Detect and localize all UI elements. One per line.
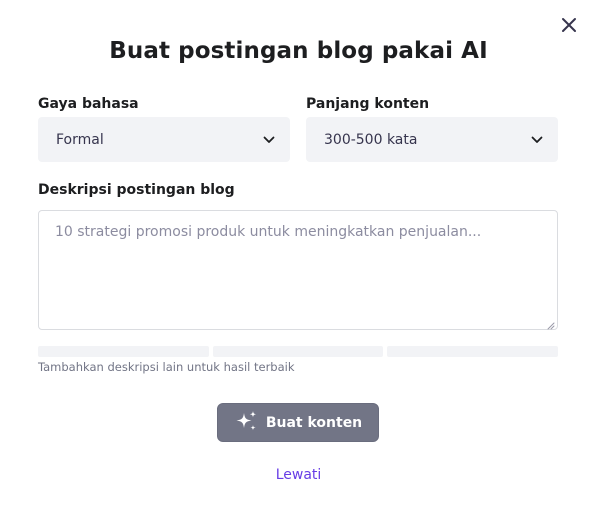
ai-blog-dialog: Buat postingan blog pakai AI Gaya bahasa…	[0, 0, 597, 519]
chevron-down-icon	[530, 133, 544, 147]
dialog-title: Buat postingan blog pakai AI	[109, 38, 488, 64]
quality-segment	[387, 346, 559, 357]
generate-content-button[interactable]: Buat konten	[217, 403, 379, 442]
style-select-value: Formal	[56, 131, 104, 148]
length-label: Panjang konten	[306, 96, 430, 112]
chevron-down-icon	[262, 133, 276, 147]
description-hint: Tambahkan deskripsi lain untuk hasil ter…	[38, 360, 295, 374]
quality-segment	[38, 346, 209, 357]
resize-handle-icon[interactable]	[546, 318, 555, 330]
description-placeholder: 10 strategi promosi produk untuk meningk…	[55, 224, 482, 240]
description-label: Deskripsi postingan blog	[38, 182, 235, 198]
sparkle-icon	[234, 410, 258, 436]
quality-segment	[212, 346, 384, 357]
description-quality-meter	[38, 346, 559, 357]
close-button[interactable]	[559, 17, 579, 37]
close-icon	[561, 17, 577, 37]
style-select[interactable]: Formal	[38, 117, 290, 162]
description-textarea[interactable]: 10 strategi promosi produk untuk meningk…	[38, 210, 558, 330]
length-select[interactable]: 300-500 kata	[306, 117, 558, 162]
length-select-value: 300-500 kata	[324, 131, 418, 148]
style-label: Gaya bahasa	[38, 96, 139, 112]
generate-content-label: Buat konten	[265, 414, 363, 431]
skip-link[interactable]: Lewati	[0, 467, 597, 483]
